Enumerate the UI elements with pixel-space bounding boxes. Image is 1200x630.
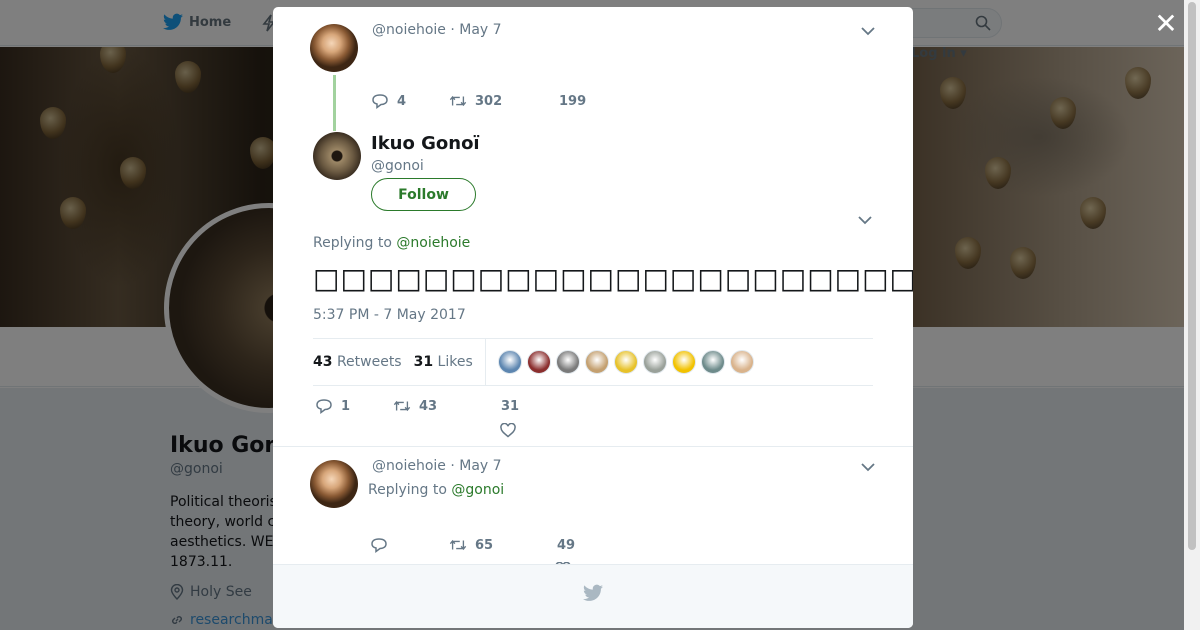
liker-avatars <box>497 350 754 374</box>
retweets-stat[interactable]: 43 Retweets <box>313 354 402 370</box>
mention-link[interactable]: @gonoi <box>451 482 504 498</box>
likes-stat[interactable]: 31 Likes <box>414 354 473 370</box>
author-name[interactable]: Ikuo Gonoï <box>371 133 480 154</box>
reply-icon <box>371 538 387 553</box>
liker-avatar[interactable] <box>497 350 522 374</box>
retweet-button[interactable]: 302 <box>449 93 559 109</box>
liker-avatar[interactable] <box>526 350 551 374</box>
retweet-button[interactable]: 43 <box>393 398 501 414</box>
like-button[interactable]: 31 <box>501 399 519 414</box>
chevron-down-icon[interactable] <box>861 26 875 36</box>
reply-button[interactable]: 1 <box>315 398 393 414</box>
like-button[interactable]: 199 <box>559 94 586 109</box>
liker-avatar[interactable] <box>584 350 609 374</box>
liker-avatar[interactable] <box>613 350 638 374</box>
tweet-timestamp[interactable]: 5:37 PM - 7 May 2017 <box>313 307 466 323</box>
chevron-down-icon[interactable] <box>858 215 872 225</box>
liker-avatar[interactable] <box>642 350 667 374</box>
avatar[interactable] <box>313 132 361 180</box>
reply-tweet-actions: 65 49 <box>370 537 575 553</box>
scrollbar-thumb[interactable] <box>1188 2 1196 550</box>
liker-avatar[interactable] <box>671 350 696 374</box>
parent-tweet-header: @noiehoie · May 7 <box>372 22 502 38</box>
retweet-icon <box>449 539 467 551</box>
liker-avatar[interactable] <box>555 350 580 374</box>
replying-to: Replying to @gonoi <box>368 482 505 498</box>
stats-divider <box>484 339 486 385</box>
page-scrollbar[interactable] <box>1184 0 1200 630</box>
retweet-button[interactable]: 65 <box>449 537 557 553</box>
modal-footer <box>273 564 913 628</box>
reply-tweet-header: @noiehoie · May 7 <box>372 458 502 474</box>
reply-tweet-handle[interactable]: @noiehoie <box>372 458 446 474</box>
avatar[interactable] <box>310 460 358 508</box>
parent-tweet-handle[interactable]: @noiehoie <box>372 22 446 38</box>
divider <box>273 446 913 447</box>
liker-avatar[interactable] <box>729 350 754 374</box>
reply-icon <box>316 399 332 414</box>
reply-button[interactable] <box>370 537 449 553</box>
close-icon[interactable]: ✕ <box>1154 10 1178 38</box>
parent-tweet-actions: 4 302 199 <box>371 93 586 109</box>
author-handle[interactable]: @gonoi <box>371 158 424 174</box>
avatar[interactable] <box>310 24 358 72</box>
tweet-text: □□□□□□□□□□□□□□□□□□□□□□□□□□□□□□□□□□□□□□□□ <box>313 262 913 295</box>
reply-button[interactable]: 4 <box>371 93 449 109</box>
liker-avatar[interactable] <box>700 350 725 374</box>
main-tweet-actions: 1 43 31 <box>315 398 519 414</box>
retweet-icon <box>393 400 411 412</box>
retweet-icon <box>449 95 467 107</box>
tweet-permalink-modal: @noiehoie · May 7 4 302 199 Ikuo Gonoï @… <box>273 7 913 628</box>
heart-icon[interactable] <box>500 423 516 438</box>
parent-tweet-date[interactable]: May 7 <box>459 22 501 38</box>
mention-link[interactable]: @noiehoie <box>396 235 470 251</box>
thread-connector <box>333 75 336 131</box>
tweet-stats: 43 Retweets 31 Likes <box>313 338 873 386</box>
reply-tweet-date[interactable]: May 7 <box>459 458 501 474</box>
chevron-down-icon[interactable] <box>861 462 875 472</box>
like-button[interactable]: 49 <box>557 538 575 553</box>
follow-button[interactable]: Follow <box>371 178 476 211</box>
reply-icon <box>372 94 388 109</box>
replying-to: Replying to @noiehoie <box>313 235 471 251</box>
twitter-bird-icon <box>583 584 603 601</box>
